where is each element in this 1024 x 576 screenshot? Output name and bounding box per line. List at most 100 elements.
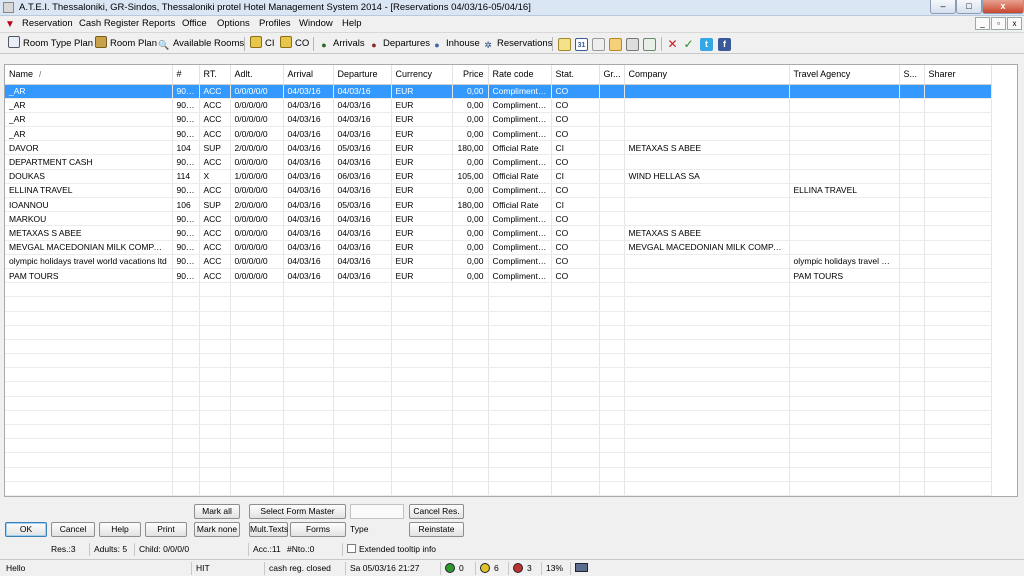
mark-none-button[interactable]: Mark none	[194, 522, 240, 537]
table-row[interactable]: _AR 9000 ACC 0/0/0/0/0 04/03/16 04/03/16 EUR 0,…	[5, 126, 992, 142]
cell-currency: EUR	[391, 169, 453, 184]
cell-adults: 0/0/0/0/0	[230, 84, 284, 99]
cancel-reservation-button[interactable]: Cancel Res.	[409, 504, 464, 519]
column-header-departure[interactable]: Departure	[333, 65, 392, 85]
document-icon[interactable]	[643, 38, 656, 51]
envelope-icon[interactable]	[592, 38, 605, 51]
column-header-room-type[interactable]: RT.	[199, 65, 231, 85]
camera-icon[interactable]	[626, 38, 639, 51]
protel-logo-icon[interactable]: ▼	[5, 19, 15, 30]
table-row[interactable]: MARKOU 9000 ACC 0/0/0/0/0 04/03/16 04/03/16 EU…	[5, 211, 992, 227]
table-row[interactable]: DOUKAS 114 X 1/0/0/0/0 04/03/16 06/03/16 EUR 10…	[5, 169, 992, 184]
minimize-button[interactable]: –	[930, 0, 956, 14]
empty-cell	[230, 467, 284, 482]
empty-cell	[899, 481, 925, 496]
menu-reservation[interactable]: Reservation	[22, 18, 73, 29]
check-out-button[interactable]: CO	[280, 36, 309, 51]
cell-company	[624, 268, 790, 284]
column-header-travel-agency[interactable]: Travel Agency	[789, 65, 900, 85]
menu-cash-register[interactable]: Cash Register	[79, 18, 139, 29]
maximize-button[interactable]: □	[956, 0, 982, 14]
column-header-company[interactable]: Company	[624, 65, 790, 85]
cell-name: PAM TOURS	[5, 268, 173, 284]
cell-arrival: 04/03/16	[283, 154, 334, 170]
table-row[interactable]: PAM TOURS 9000 ACC 0/0/0/0/0 04/03/16 04/03/1…	[5, 268, 992, 284]
close-button[interactable]: x	[982, 0, 1024, 14]
empty-cell	[488, 367, 552, 383]
menu-profiles[interactable]: Profiles	[259, 18, 291, 29]
table-row[interactable]: olympic holidays travel world vacations …	[5, 254, 992, 269]
extended-tooltip-checkbox[interactable]: Extended tooltip info	[342, 543, 436, 556]
column-header-name[interactable]: Name /	[5, 65, 173, 85]
cell-rate-code: Complimentary	[488, 268, 552, 284]
column-header-sharer[interactable]: Sharer	[924, 65, 992, 85]
print-button[interactable]: Print	[145, 522, 187, 537]
facebook-icon[interactable]: f	[718, 38, 731, 51]
empty-cell	[899, 311, 925, 326]
table-row[interactable]: _AR 9000 ACC 0/0/0/0/0 04/03/16 04/03/16 EUR 0,…	[5, 98, 992, 113]
column-header-currency[interactable]: Currency	[391, 65, 453, 85]
room-type-plan-button[interactable]: Room Type Plan	[8, 36, 93, 51]
column-header-s[interactable]: S...	[899, 65, 925, 85]
departures-button[interactable]: ● Departures	[368, 36, 430, 51]
menu-office[interactable]: Office	[182, 18, 207, 29]
cell-number: 9000	[172, 211, 200, 227]
reservations-button[interactable]: ✲ Reservations	[482, 36, 552, 51]
cancel-button[interactable]: Cancel	[51, 522, 95, 537]
empty-cell	[452, 396, 489, 411]
reinstate-button[interactable]: Reinstate	[409, 522, 464, 537]
mdi-restore-button[interactable]: ▫	[991, 17, 1006, 30]
calendar-icon[interactable]: 31	[575, 38, 588, 51]
table-row[interactable]: ELLINA TRAVEL 9000 ACC 0/0/0/0/0 04/03/16 04/…	[5, 183, 992, 199]
checkmark-icon[interactable]: ✓	[682, 38, 695, 51]
table-row[interactable]: METAXAS S ABEE 9000 ACC 0/0/0/0/0 04/03/16 04…	[5, 225, 992, 241]
table-row[interactable]: DAVOR 104 SUP 2/0/0/0/0 04/03/16 05/03/16 EUR 1…	[5, 140, 992, 156]
room-plan-button[interactable]: Room Plan	[95, 36, 157, 51]
help-button[interactable]: Help	[99, 522, 141, 537]
arrivals-button[interactable]: ● Arrivals	[318, 36, 364, 51]
table-row[interactable]: DEPARTMENT CASH 9000 ACC 0/0/0/0/0 04/03/16 0…	[5, 154, 992, 170]
table-row[interactable]: _AR 9000 ACC 0/0/0/0/0 04/03/16 04/03/16 EUR 0,…	[5, 84, 992, 99]
column-header-adults[interactable]: Adlt.	[230, 65, 284, 85]
empty-row	[5, 311, 992, 326]
cell-room-type: ACC	[199, 126, 231, 142]
inhouse-button[interactable]: ● Inhouse	[431, 36, 480, 51]
cell-rate-code: Complimentary	[488, 254, 552, 269]
mdi-minimize-button[interactable]: _	[975, 17, 990, 30]
check-in-button[interactable]: CI	[250, 36, 275, 51]
twitter-icon[interactable]: t	[700, 38, 713, 51]
table-row[interactable]: IOANNOU 106 SUP 2/0/0/0/0 04/03/16 05/03/16 EU…	[5, 197, 992, 213]
mark-all-button[interactable]: Mark all	[194, 504, 240, 519]
checkbox-icon	[347, 544, 356, 553]
cell-adults: 0/0/0/0/0	[230, 126, 284, 142]
cell-s	[899, 98, 925, 113]
app-icon[interactable]	[3, 2, 14, 13]
note-icon[interactable]	[558, 38, 571, 51]
menu-reports[interactable]: Reports	[142, 18, 175, 29]
delete-icon[interactable]: ✕	[666, 38, 679, 51]
column-header-arrival[interactable]: Arrival	[283, 65, 334, 85]
table-row[interactable]: MEVGAL MACEDONIAN MILK COMPANY 9001 ACC 0/0…	[5, 240, 992, 255]
folder-icon[interactable]	[609, 38, 622, 51]
empty-cell	[599, 481, 625, 496]
column-header-status[interactable]: Stat.	[551, 65, 600, 85]
mdi-close-button[interactable]: x	[1007, 17, 1022, 30]
column-header-group[interactable]: Gr...	[599, 65, 625, 85]
available-rooms-button[interactable]: 🔍 Available Rooms	[158, 36, 244, 51]
cell-rate-code: Complimentary	[488, 225, 552, 241]
empty-cell	[5, 396, 173, 411]
cell-name: _AR	[5, 126, 173, 142]
column-header-rate-code[interactable]: Rate code	[488, 65, 552, 85]
cell-departure: 05/03/16	[333, 140, 392, 156]
forms-button[interactable]: Forms	[290, 522, 346, 537]
menu-help[interactable]: Help	[342, 18, 362, 29]
select-form-master-button[interactable]: Select Form Master	[249, 504, 346, 519]
menu-window[interactable]: Window	[299, 18, 333, 29]
column-header-price[interactable]: Price	[452, 65, 489, 85]
multiple-texts-button[interactable]: Mult.Texts	[249, 522, 288, 537]
menu-options[interactable]: Options	[217, 18, 250, 29]
ok-button[interactable]: OK	[5, 522, 47, 537]
reservations-grid[interactable]: Name / # RT. Adlt. Arrival Departure Curr…	[4, 64, 1018, 497]
table-row[interactable]: _AR 9000 ACC 0/0/0/0/0 04/03/16 04/03/16 EUR 0,…	[5, 112, 992, 128]
column-header-number[interactable]: #	[172, 65, 200, 85]
